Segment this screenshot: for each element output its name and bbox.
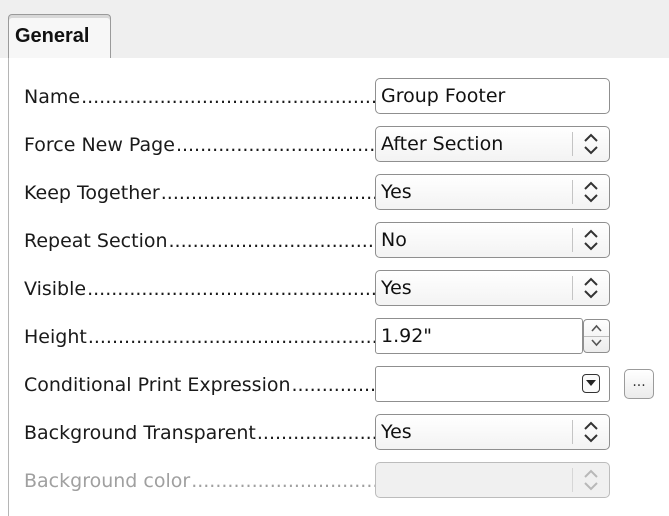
property-row-background-color: Background color........................… bbox=[9, 462, 669, 502]
separator bbox=[572, 228, 573, 252]
repeat-section-select[interactable]: No bbox=[375, 222, 610, 258]
force-new-page-label: Force New Page..........................… bbox=[24, 134, 376, 156]
property-row-visible: Visible.................................… bbox=[9, 270, 669, 310]
repeat-section-value: No bbox=[381, 229, 407, 251]
updown-chevron-icon bbox=[584, 277, 598, 299]
repeat-section-label: Repeat Section..........................… bbox=[24, 230, 376, 252]
chevron-down-icon bbox=[586, 380, 596, 386]
updown-chevron-icon bbox=[584, 181, 598, 203]
property-row-name: Name....................................… bbox=[9, 78, 669, 118]
property-row-repeat-section: Repeat Section..........................… bbox=[9, 222, 669, 262]
keep-together-label: Keep Together...........................… bbox=[24, 182, 376, 204]
name-field[interactable]: Group Footer bbox=[375, 78, 610, 114]
dropdown-button[interactable] bbox=[582, 374, 600, 393]
height-increment-button[interactable] bbox=[584, 320, 609, 337]
updown-chevron-icon bbox=[584, 229, 598, 251]
chevron-up-icon bbox=[591, 324, 602, 332]
height-label: Height..................................… bbox=[24, 326, 376, 348]
updown-chevron-icon bbox=[584, 133, 598, 155]
updown-chevron-icon bbox=[584, 469, 598, 491]
chevron-down-icon bbox=[591, 339, 602, 347]
properties-panel: Name....................................… bbox=[8, 58, 669, 516]
separator bbox=[572, 420, 573, 444]
background-transparent-label: Background Transparent..................… bbox=[24, 422, 376, 444]
property-row-keep-together: Keep Together...........................… bbox=[9, 174, 669, 214]
report-section-properties: General Name............................… bbox=[0, 0, 669, 516]
tab-general-label: General bbox=[15, 25, 90, 47]
height-input[interactable]: 1.92" bbox=[375, 318, 583, 354]
name-label: Name....................................… bbox=[24, 86, 376, 108]
tab-general[interactable]: General bbox=[8, 14, 111, 59]
updown-chevron-icon bbox=[584, 421, 598, 443]
force-new-page-value: After Section bbox=[381, 133, 504, 155]
property-row-force-new-page: Force New Page..........................… bbox=[9, 126, 669, 166]
background-color-label: Background color........................… bbox=[24, 470, 376, 492]
tab-bar: General bbox=[0, 0, 669, 59]
visible-label: Visible.................................… bbox=[24, 278, 376, 300]
force-new-page-select[interactable]: After Section bbox=[375, 126, 610, 162]
separator bbox=[572, 468, 573, 492]
background-transparent-value: Yes bbox=[381, 421, 412, 443]
property-row-conditional-print-expression: Conditional Print Expression............… bbox=[9, 366, 669, 406]
property-row-height: Height..................................… bbox=[9, 318, 669, 358]
height-spin-buttons bbox=[583, 319, 610, 353]
conditional-print-expression-label: Conditional Print Expression............… bbox=[24, 374, 376, 396]
expression-editor-button[interactable]: ... bbox=[624, 369, 654, 399]
separator bbox=[572, 132, 573, 156]
height-decrement-button[interactable] bbox=[584, 336, 609, 352]
separator bbox=[572, 276, 573, 300]
separator bbox=[572, 180, 573, 204]
background-color-select bbox=[375, 462, 610, 498]
background-transparent-select[interactable]: Yes bbox=[375, 414, 610, 450]
keep-together-value: Yes bbox=[381, 181, 412, 203]
property-row-background-transparent: Background Transparent..................… bbox=[9, 414, 669, 454]
visible-value: Yes bbox=[381, 277, 412, 299]
visible-select[interactable]: Yes bbox=[375, 270, 610, 306]
keep-together-select[interactable]: Yes bbox=[375, 174, 610, 210]
conditional-print-expression-combo[interactable] bbox=[375, 366, 610, 402]
